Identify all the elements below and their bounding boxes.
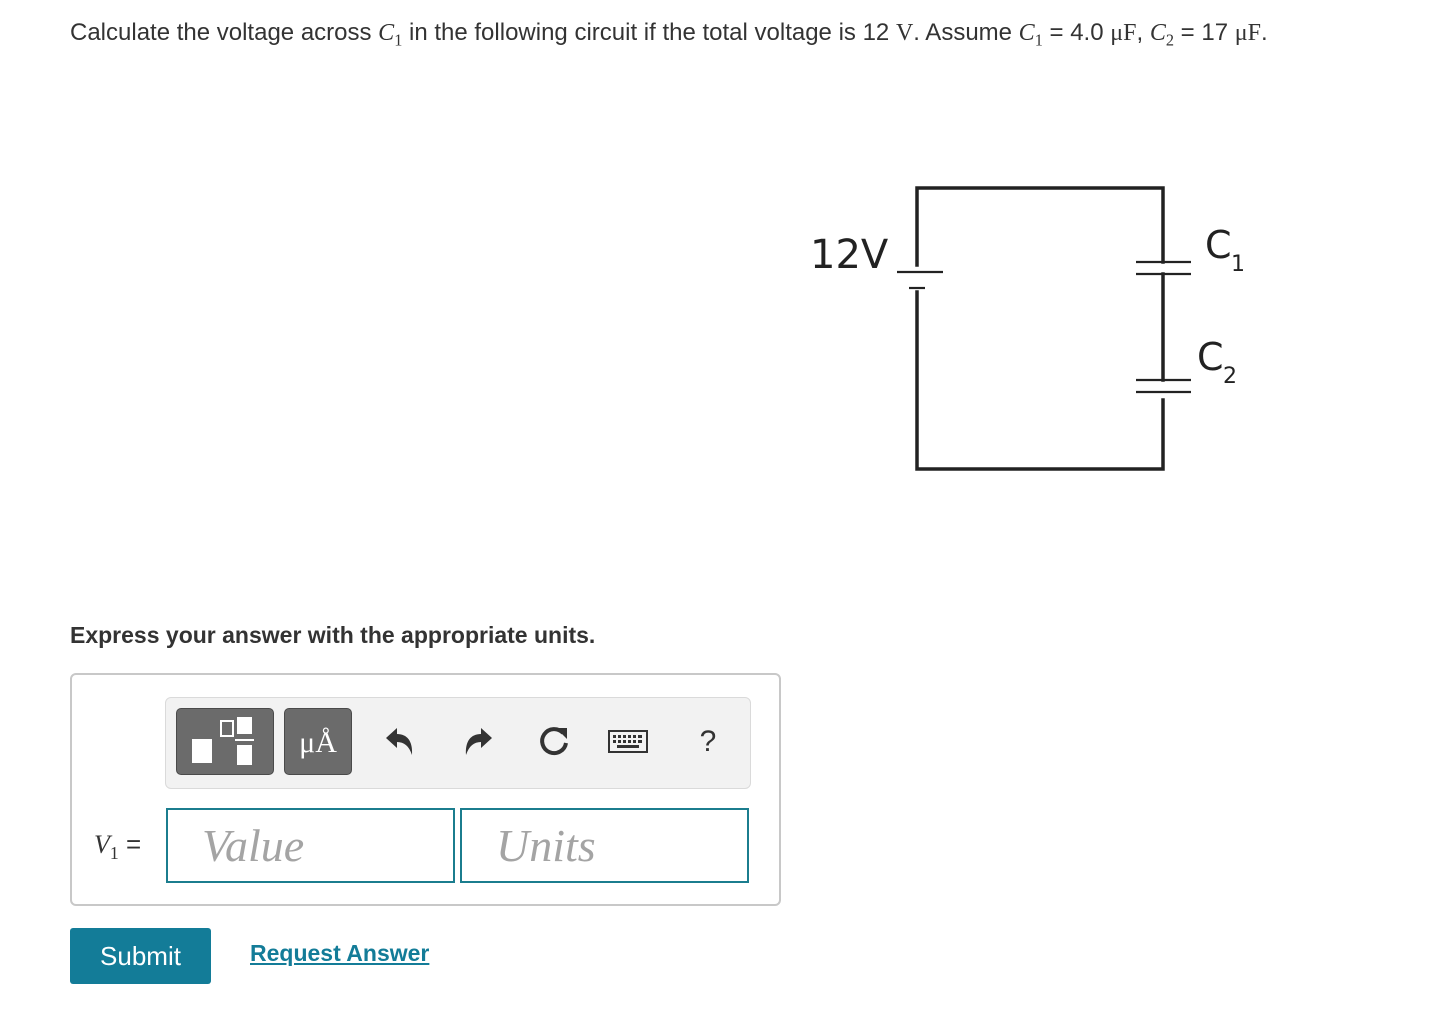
separator: , <box>1136 19 1150 46</box>
c1-label: C <box>1205 223 1232 267</box>
reset-button[interactable] <box>534 722 574 762</box>
undo-button[interactable] <box>380 722 420 762</box>
answer-panel: μÅ ? V1 = Value Units <box>70 673 781 906</box>
total-voltage-value: 12 <box>862 19 890 46</box>
undo-icon <box>386 728 413 755</box>
equals-1: = <box>1042 19 1071 46</box>
c2-label: C <box>1197 335 1224 379</box>
equals-2: = <box>1173 19 1202 46</box>
question-text: Calculate the voltage across C1 in the f… <box>70 17 1430 49</box>
instruction-text: Express your answer with the appropriate… <box>70 622 596 648</box>
keyboard-icon <box>608 730 648 753</box>
reset-icon <box>540 727 568 756</box>
help-button[interactable]: ? <box>688 722 728 762</box>
units-icon: μÅ <box>299 726 337 759</box>
request-answer-link[interactable]: Request Answer <box>250 940 429 967</box>
variable-subscript: 1 <box>109 843 119 864</box>
templates-button[interactable] <box>176 708 274 775</box>
c2-label-subscript: 2 <box>1223 364 1237 389</box>
value-input[interactable] <box>166 808 455 883</box>
c1-symbol-assume: C <box>1018 20 1035 46</box>
circuit-diagram: 12V C 1 C 2 <box>810 186 1245 471</box>
redo-icon <box>465 728 492 755</box>
units-input[interactable] <box>460 808 749 883</box>
circuit-wire-top <box>915 186 1165 267</box>
c2-unit: μF <box>1234 20 1261 46</box>
keyboard-button[interactable] <box>608 722 648 762</box>
c2-symbol: C <box>1149 20 1166 46</box>
c1-subscript-assume: 1 <box>1034 30 1043 50</box>
units-button[interactable]: μÅ <box>284 708 352 775</box>
redo-button[interactable] <box>458 722 498 762</box>
answer-variable-label: V1 = <box>94 829 142 864</box>
question-part-1: Calculate the voltage across <box>70 19 379 46</box>
math-toolbar: μÅ ? <box>165 697 751 789</box>
c1-unit: μF <box>1110 20 1137 46</box>
question-part-2: in the following circuit if the total vo… <box>402 19 863 46</box>
c1-label-subscript: 1 <box>1231 252 1245 277</box>
templates-icon <box>192 717 254 765</box>
battery-label: 12V <box>810 232 889 278</box>
c2-value: 17 <box>1201 19 1229 46</box>
c1-symbol: C <box>378 20 395 46</box>
c1-value: 4.0 <box>1070 19 1104 46</box>
variable-equals: = <box>118 829 142 859</box>
question-end: . <box>1260 19 1268 46</box>
help-icon: ? <box>699 725 717 758</box>
submit-button[interactable]: Submit <box>70 928 211 984</box>
variable-symbol: V <box>94 830 110 859</box>
c2-subscript: 2 <box>1165 30 1174 50</box>
total-voltage-unit: V <box>895 20 914 46</box>
question-part-3: . Assume <box>913 19 1019 46</box>
circuit-wire-bottom <box>915 290 1165 471</box>
